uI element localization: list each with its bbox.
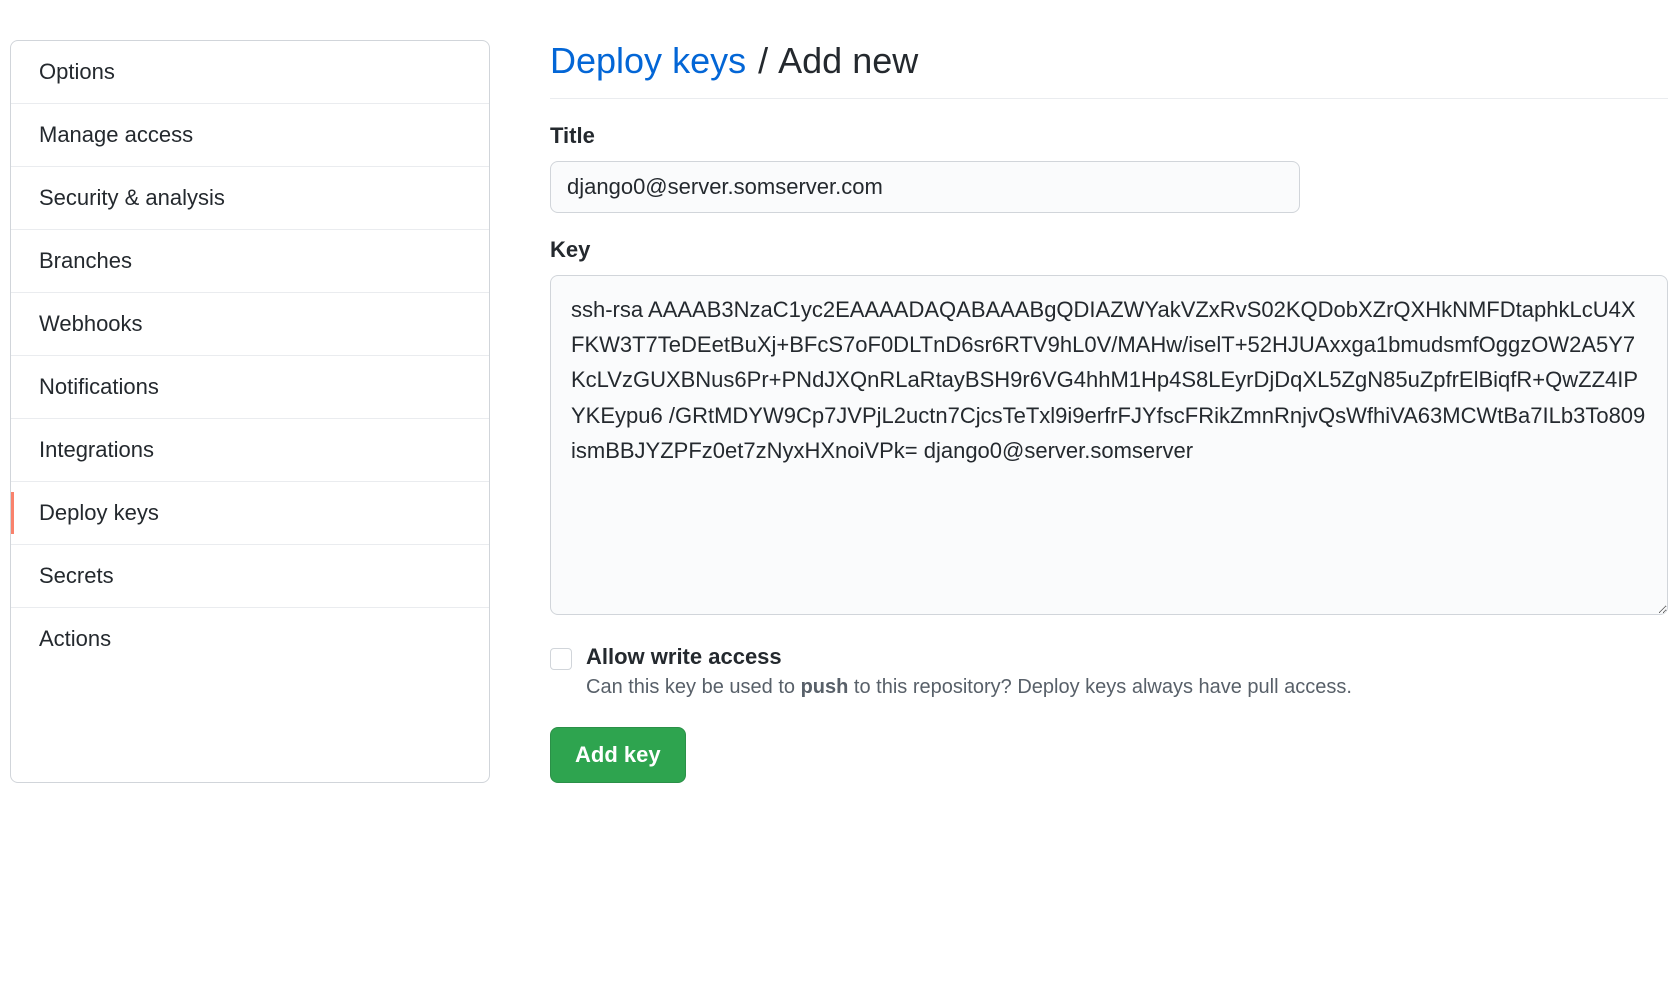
allow-write-access-group: Allow write access Can this key be used … <box>550 644 1668 699</box>
sidebar-item-manage-access[interactable]: Manage access <box>11 104 489 167</box>
title-input[interactable] <box>550 161 1300 213</box>
key-textarea[interactable] <box>550 275 1668 615</box>
page-header: Deploy keys / Add new <box>550 40 1668 99</box>
key-field-group: Key <box>550 237 1668 620</box>
sidebar-item-webhooks[interactable]: Webhooks <box>11 293 489 356</box>
title-label: Title <box>550 123 1668 149</box>
sidebar-item-notifications[interactable]: Notifications <box>11 356 489 419</box>
allow-write-access-hint: Can this key be used to push to this rep… <box>586 676 1352 699</box>
sidebar-item-integrations[interactable]: Integrations <box>11 419 489 482</box>
key-label: Key <box>550 237 1668 263</box>
allow-write-access-label[interactable]: Allow write access <box>586 644 782 669</box>
allow-write-access-checkbox[interactable] <box>550 648 572 670</box>
sidebar-item-options[interactable]: Options <box>11 41 489 104</box>
breadcrumb-separator: / <box>758 40 768 81</box>
sidebar-item-security-analysis[interactable]: Security & analysis <box>11 167 489 230</box>
title-field-group: Title <box>550 123 1668 213</box>
sidebar-item-secrets[interactable]: Secrets <box>11 545 489 608</box>
main-content: Deploy keys / Add new Title Key Allow wr… <box>550 40 1668 783</box>
settings-sidebar: Options Manage access Security & analysi… <box>10 40 490 783</box>
sidebar-item-deploy-keys[interactable]: Deploy keys <box>11 482 489 545</box>
breadcrumb-current: Add new <box>778 40 918 81</box>
sidebar-item-actions[interactable]: Actions <box>11 608 489 670</box>
add-key-button[interactable]: Add key <box>550 727 686 783</box>
breadcrumb-deploy-keys-link[interactable]: Deploy keys <box>550 40 746 81</box>
sidebar-item-branches[interactable]: Branches <box>11 230 489 293</box>
